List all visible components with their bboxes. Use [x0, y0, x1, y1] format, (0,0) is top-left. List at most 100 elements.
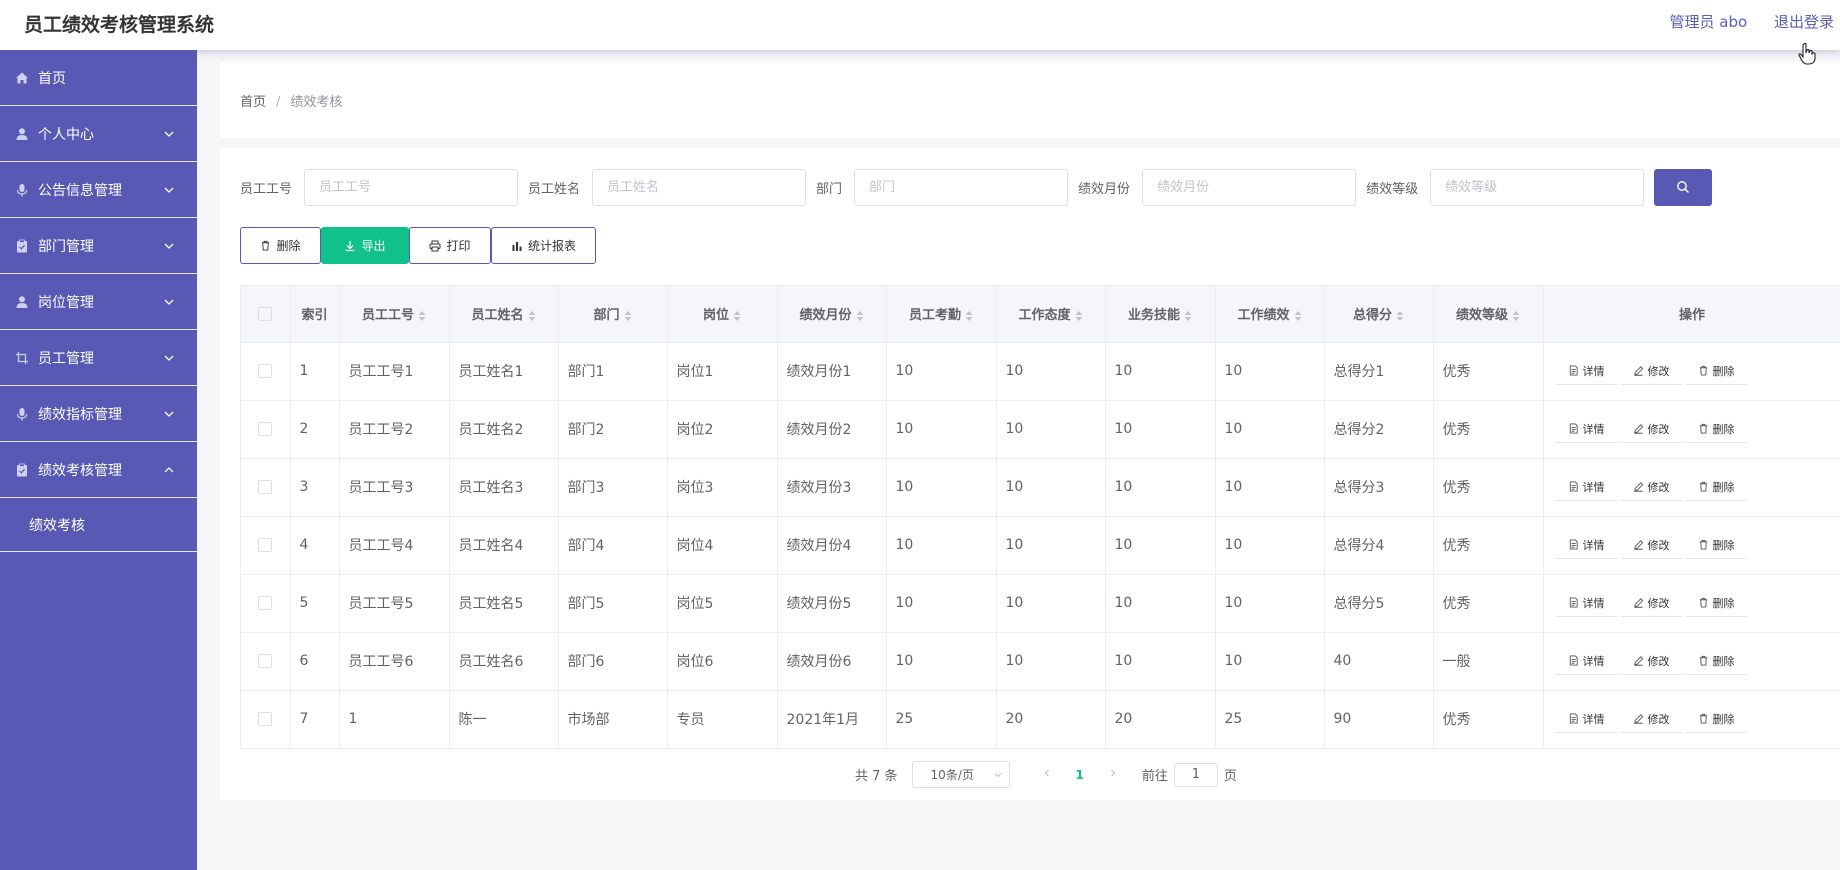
- column-header[interactable]: 员工姓名: [449, 286, 559, 343]
- document-icon: [1569, 365, 1578, 376]
- sort-icon[interactable]: [1512, 310, 1520, 322]
- sidebar-item-appraisal-management[interactable]: 绩效考核管理: [0, 442, 197, 498]
- row-delete-button[interactable]: 删除: [1685, 647, 1747, 675]
- column-header[interactable]: 总得分: [1324, 286, 1434, 343]
- row-edit-button[interactable]: 修改: [1620, 473, 1682, 501]
- table-cell: 员工姓名5: [449, 574, 559, 633]
- row-checkbox[interactable]: [258, 422, 273, 436]
- export-button[interactable]: 导出: [321, 227, 409, 264]
- breadcrumb-current: 绩效考核: [290, 95, 343, 110]
- column-header[interactable]: 岗位: [667, 286, 778, 343]
- column-header[interactable]: 业务技能: [1105, 286, 1216, 343]
- table-cell: 总得分2: [1324, 400, 1434, 459]
- sidebar-item-employee-management[interactable]: 员工管理: [0, 330, 197, 386]
- table-cell: 绩效月份4: [777, 516, 887, 575]
- sort-icon[interactable]: [528, 310, 536, 322]
- sort-icon[interactable]: [624, 310, 632, 322]
- row-edit-button[interactable]: 修改: [1620, 357, 1682, 385]
- row-edit-label: 修改: [1647, 538, 1670, 552]
- column-header[interactable]: 部门: [558, 286, 668, 343]
- row-checkbox[interactable]: [258, 654, 273, 668]
- row-detail-button[interactable]: 详情: [1555, 357, 1617, 385]
- row-checkbox[interactable]: [258, 712, 273, 726]
- column-header[interactable]: 员工工号: [339, 286, 450, 343]
- row-delete-label: 删除: [1712, 654, 1735, 668]
- sidebar-subitem-appraisal[interactable]: 绩效考核: [0, 498, 197, 552]
- row-detail-button[interactable]: 详情: [1555, 415, 1617, 443]
- sidebar-item-home[interactable]: 首页: [0, 50, 197, 106]
- sidebar-item-position-management[interactable]: 岗位管理: [0, 274, 197, 330]
- page-size-select[interactable]: 10条/页: [911, 761, 1010, 788]
- sidebar-item-notice-management[interactable]: 公告信息管理: [0, 162, 197, 218]
- sort-icon[interactable]: [1184, 310, 1192, 322]
- row-edit-button[interactable]: 修改: [1620, 647, 1682, 675]
- table-cell: 10: [886, 632, 997, 691]
- page-number-current[interactable]: 1: [1076, 768, 1084, 782]
- row-checkbox[interactable]: [258, 538, 273, 552]
- table-cell: 10: [1105, 574, 1216, 633]
- search-button[interactable]: [1654, 168, 1713, 206]
- row-actions: 详情 修改 删除: [1543, 400, 1840, 459]
- row-checkbox[interactable]: [258, 596, 273, 610]
- next-page-button[interactable]: [1108, 767, 1118, 782]
- table-cell: 员工工号1: [339, 342, 450, 401]
- row-detail-label: 详情: [1582, 364, 1605, 378]
- table-cell: 10: [886, 458, 997, 517]
- column-header[interactable]: 工作态度: [996, 286, 1106, 343]
- sort-icon[interactable]: [1075, 310, 1083, 322]
- column-header[interactable]: 绩效等级: [1433, 286, 1544, 343]
- print-label: 打印: [446, 239, 471, 253]
- sidebar-item-personal-center[interactable]: 个人中心: [0, 106, 197, 162]
- logout-button[interactable]: 退出登录: [1774, 13, 1834, 31]
- emp-no-input[interactable]: [304, 168, 519, 206]
- month-input[interactable]: [1142, 168, 1357, 206]
- column-header[interactable]: 员工考勤: [886, 286, 997, 343]
- sidebar-item-label: 绩效考核管理: [38, 462, 122, 479]
- trash-icon: [1699, 655, 1707, 666]
- dept-input[interactable]: [854, 168, 1069, 206]
- row-detail-button[interactable]: 详情: [1555, 589, 1617, 617]
- row-edit-button[interactable]: 修改: [1620, 415, 1682, 443]
- row-delete-button[interactable]: 删除: [1685, 705, 1747, 733]
- batch-delete-button[interactable]: 删除: [240, 227, 321, 264]
- row-detail-button[interactable]: 详情: [1555, 705, 1617, 733]
- table-cell: 10: [886, 400, 997, 459]
- sort-icon[interactable]: [733, 310, 741, 322]
- sort-icon[interactable]: [965, 310, 973, 322]
- table-cell: 10: [1105, 458, 1216, 517]
- row-detail-button[interactable]: 详情: [1555, 647, 1617, 675]
- sidebar-item-kpi-management[interactable]: 绩效指标管理: [0, 386, 197, 442]
- sort-icon[interactable]: [418, 310, 426, 322]
- sort-icon[interactable]: [1294, 310, 1302, 322]
- goto-page-input[interactable]: [1173, 762, 1218, 787]
- sort-icon[interactable]: [1396, 310, 1404, 322]
- download-icon: [345, 240, 355, 251]
- row-checkbox[interactable]: [258, 364, 273, 378]
- row-edit-button[interactable]: 修改: [1620, 705, 1682, 733]
- grade-input[interactable]: [1430, 168, 1645, 206]
- emp-name-input[interactable]: [592, 168, 807, 206]
- row-delete-button[interactable]: 删除: [1685, 415, 1747, 443]
- row-edit-button[interactable]: 修改: [1620, 589, 1682, 617]
- row-delete-button[interactable]: 删除: [1685, 473, 1747, 501]
- column-header[interactable]: 绩效月份: [777, 286, 887, 343]
- sidebar-item-department-management[interactable]: 部门管理: [0, 218, 197, 274]
- row-checkbox[interactable]: [258, 480, 273, 494]
- statistics-report-button[interactable]: 统计报表: [491, 227, 596, 264]
- row-delete-button[interactable]: 删除: [1685, 357, 1747, 385]
- print-button[interactable]: 打印: [409, 227, 491, 264]
- row-delete-button[interactable]: 删除: [1685, 531, 1747, 559]
- home-icon: [14, 70, 30, 86]
- row-detail-button[interactable]: 详情: [1555, 531, 1617, 559]
- prev-page-button[interactable]: [1042, 767, 1052, 782]
- row-detail-button[interactable]: 详情: [1555, 473, 1617, 501]
- row-delete-button[interactable]: 删除: [1685, 589, 1747, 617]
- row-edit-button[interactable]: 修改: [1620, 531, 1682, 559]
- table-cell: 40: [1324, 632, 1434, 691]
- column-header[interactable]: 工作绩效: [1215, 286, 1325, 343]
- emp-name-label: 员工姓名: [528, 181, 581, 197]
- breadcrumb-home[interactable]: 首页: [240, 95, 266, 110]
- sort-icon[interactable]: [856, 310, 864, 322]
- table-row: 1 员工工号1 员工姓名1 部门1 岗位1 绩效月份1 10 10 10 10 总得分1 优秀 详情 修改…: [241, 342, 1840, 401]
- select-all-checkbox[interactable]: [258, 306, 273, 321]
